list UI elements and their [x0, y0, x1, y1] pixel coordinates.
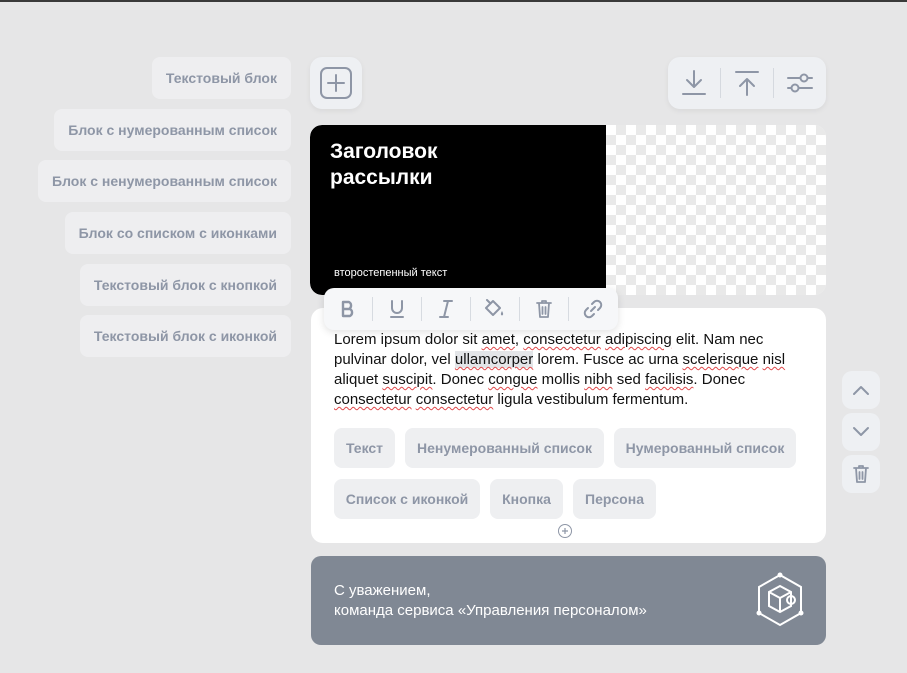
block-text[interactable]: Текстовый блок — [151, 57, 291, 99]
italic-button[interactable] — [422, 288, 470, 330]
underline-button[interactable] — [373, 288, 421, 330]
format-toolbar — [324, 288, 618, 330]
chevron-down-icon — [853, 427, 869, 436]
fill-color-icon — [485, 299, 504, 316]
text-block-content[interactable]: Lorem ipsum dolor sit amet, consectetur … — [334, 330, 809, 410]
delete-format-button[interactable] — [520, 288, 568, 330]
chip-button[interactable]: Кнопка — [490, 479, 563, 519]
bold-button[interactable] — [324, 288, 372, 330]
add-block-button[interactable] — [310, 57, 362, 109]
fill-color-button[interactable] — [471, 288, 519, 330]
footer-signature: С уважением, команда сервиса «Управления… — [334, 582, 647, 619]
document-toolbar — [668, 57, 826, 109]
delete-block-button[interactable] — [842, 455, 880, 493]
chip-text[interactable]: Текст — [334, 428, 395, 468]
newsletter-footer[interactable]: С уважением, команда сервиса «Управления… — [311, 556, 826, 645]
header-text-area: Заголовок рассылки второстепенный текст — [310, 125, 606, 295]
newsletter-title[interactable]: Заголовок рассылки — [330, 139, 530, 191]
link-button[interactable] — [569, 288, 617, 330]
block-text-with-icon[interactable]: Текстовый блок с иконкой — [79, 315, 291, 357]
link-icon — [583, 299, 603, 319]
service-logo-icon — [756, 572, 804, 627]
add-below-button[interactable] — [558, 524, 572, 538]
chip-ordered-list[interactable]: Нумерованный список — [614, 428, 796, 468]
bold-icon — [341, 300, 354, 318]
settings-button[interactable] — [774, 57, 826, 109]
text-block: Lorem ipsum dolor sit amet, consectetur … — [311, 308, 826, 543]
chip-icon-list[interactable]: Список с иконкой — [334, 479, 480, 519]
newsletter-subtitle[interactable]: второстепенный текст — [334, 267, 447, 279]
download-button[interactable] — [668, 57, 720, 109]
block-icon-list[interactable]: Блок со списком с иконками — [64, 212, 291, 254]
move-down-button[interactable] — [842, 413, 880, 451]
sliders-icon — [787, 73, 813, 93]
chip-persona[interactable]: Персона — [573, 479, 656, 519]
block-bulleted-list[interactable]: Блок с ненумерованным список — [38, 160, 291, 202]
chip-unordered-list[interactable]: Ненумерованный список — [405, 428, 604, 468]
trash-icon — [853, 465, 869, 483]
upload-icon — [735, 71, 759, 96]
block-text-with-button[interactable]: Текстовый блок с кнопкой — [79, 264, 291, 306]
plus-icon — [562, 528, 568, 534]
move-up-button[interactable] — [842, 371, 880, 409]
header-image-placeholder[interactable] — [606, 125, 826, 295]
block-numbered-list[interactable]: Блок с нумерованным список — [54, 109, 291, 151]
window-top-border — [0, 0, 907, 2]
underline-icon — [390, 300, 404, 318]
plus-icon — [320, 67, 352, 99]
newsletter-header[interactable]: Заголовок рассылки второстепенный текст — [310, 125, 826, 295]
download-icon — [682, 70, 706, 95]
trash-icon — [536, 300, 552, 318]
italic-icon — [439, 300, 453, 318]
upload-button[interactable] — [721, 57, 773, 109]
chevron-up-icon — [853, 386, 869, 395]
